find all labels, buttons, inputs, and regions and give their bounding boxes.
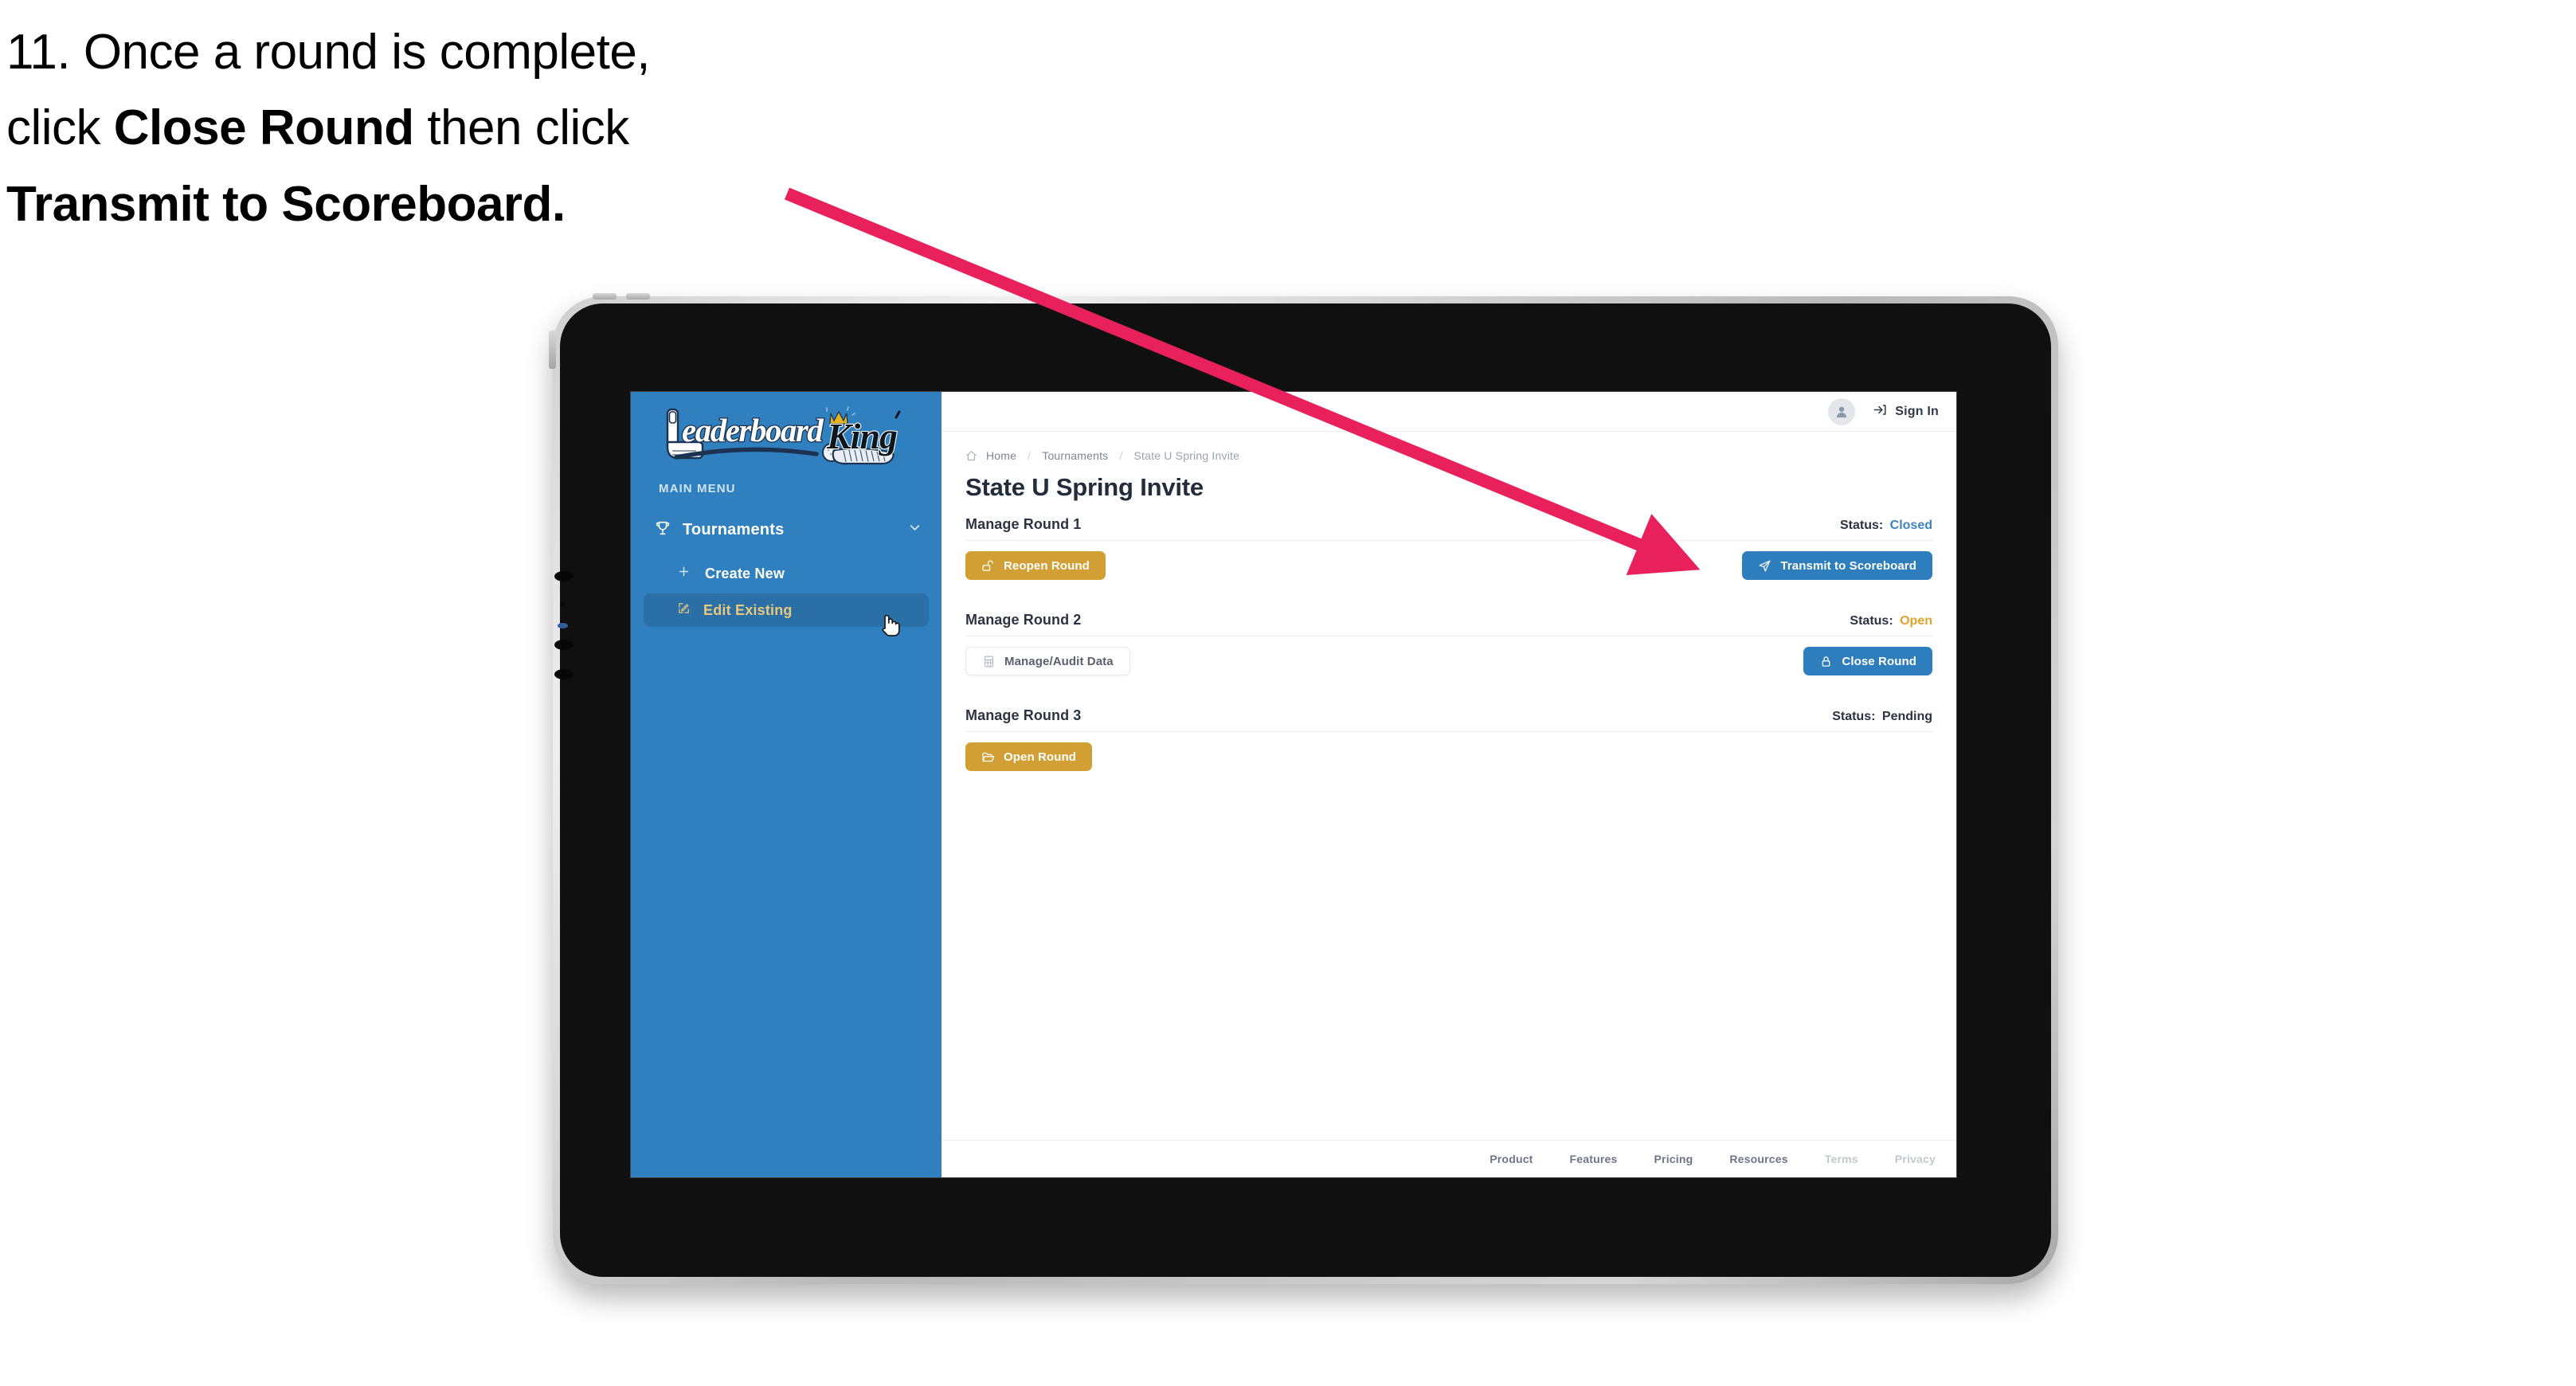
- svg-text:eaderboard: eaderboard: [682, 412, 824, 448]
- round-1-status: Status: Closed: [1840, 519, 1932, 533]
- folder-open-icon: [981, 750, 995, 764]
- unlock-icon: [981, 559, 995, 573]
- round-1-actions: Reopen Round Transmit to Scoreboard: [965, 551, 1932, 580]
- tablet-status-led: [558, 623, 568, 628]
- instruction-caption: 11. Once a round is complete, click Clos…: [6, 14, 883, 242]
- tablet-volume-button-bottom[interactable]: [626, 293, 650, 300]
- round-1-header: Manage Round 1 Status: Closed: [965, 516, 1932, 541]
- app-logo[interactable]: eaderboard King: [631, 403, 942, 489]
- footer-link-product[interactable]: Product: [1490, 1153, 1533, 1165]
- content-area: Home / Tournaments / State U Spring Invi…: [942, 432, 1956, 1140]
- breadcrumb-item-current: State U Spring Invite: [1133, 449, 1240, 462]
- round-block-1: Manage Round 1 Status: Closed Reopen Rou…: [965, 516, 1932, 580]
- paper-plane-icon: [1758, 559, 1771, 573]
- round-3-status: Status: Pending: [1832, 710, 1932, 724]
- breadcrumb-item-tournaments[interactable]: Tournaments: [1042, 449, 1108, 462]
- reopen-round-button[interactable]: Reopen Round: [965, 551, 1106, 580]
- breadcrumb-separator: /: [1028, 449, 1032, 462]
- round-3-status-label: Status:: [1832, 710, 1876, 723]
- svg-text:King: King: [826, 416, 897, 456]
- tablet-speaker-hole-3: [554, 640, 574, 650]
- manage-audit-data-button[interactable]: Manage/Audit Data: [965, 647, 1130, 675]
- round-2-status-label: Status:: [1850, 614, 1893, 628]
- sidebar-item-tournaments-label: Tournaments: [683, 520, 785, 538]
- sign-in-button[interactable]: Sign In: [1873, 402, 1939, 421]
- avatar[interactable]: [1828, 397, 1856, 425]
- footer-link-pricing[interactable]: Pricing: [1654, 1153, 1693, 1165]
- tablet-screen: eaderboard King MAIN MENU Tournaments Cr…: [631, 392, 1956, 1177]
- round-3-actions: Open Round: [965, 742, 1932, 771]
- footer-link-privacy[interactable]: Privacy: [1895, 1153, 1936, 1165]
- round-1-title: Manage Round 1: [965, 516, 1082, 532]
- caption-line-2: click Close Round then click: [6, 90, 883, 166]
- leaderboard-king-logo-icon: eaderboard King: [666, 406, 901, 465]
- sidebar-item-create-new-label: Create New: [705, 565, 785, 581]
- close-round-label: Close Round: [1842, 654, 1916, 668]
- caption-line-2-suffix: then click: [413, 100, 629, 156]
- page-title: State U Spring Invite: [965, 473, 1204, 501]
- round-2-header: Manage Round 2 Status: Open: [965, 612, 1932, 636]
- main-panel: Sign In Home / Tournaments / State U Spr…: [942, 392, 1956, 1177]
- transmit-to-scoreboard-label: Transmit to Scoreboard: [1780, 558, 1916, 573]
- footer-link-terms[interactable]: Terms: [1825, 1153, 1858, 1165]
- sidebar-section-label: MAIN MENU: [659, 482, 736, 495]
- transmit-to-scoreboard-button[interactable]: Transmit to Scoreboard: [1742, 551, 1932, 580]
- round-2-actions: Manage/Audit Data Close Round: [965, 647, 1932, 675]
- sign-in-label: Sign In: [1895, 404, 1939, 418]
- breadcrumb-item-home[interactable]: Home: [986, 449, 1016, 462]
- manage-audit-data-label: Manage/Audit Data: [1004, 654, 1114, 668]
- edit-pencil-icon: [677, 601, 691, 619]
- round-2-title: Manage Round 2: [965, 612, 1082, 628]
- tablet-speaker-hole-4: [554, 669, 574, 679]
- chevron-down-icon[interactable]: [907, 520, 922, 539]
- home-icon[interactable]: [965, 450, 977, 462]
- trophy-icon: [654, 519, 671, 541]
- tablet-speaker-hole-1: [554, 571, 574, 581]
- round-3-header: Manage Round 3 Status: Pending: [965, 707, 1932, 732]
- breadcrumb-separator: /: [1119, 449, 1123, 462]
- plus-icon: [677, 565, 691, 582]
- user-avatar-icon: [1837, 406, 1847, 417]
- reopen-round-label: Reopen Round: [1004, 558, 1090, 573]
- round-1-status-label: Status:: [1839, 519, 1884, 532]
- caption-close-round-emphasis: Close Round: [113, 100, 414, 156]
- open-round-label: Open Round: [1004, 750, 1076, 764]
- sidebar: eaderboard King MAIN MENU Tournaments Cr…: [631, 392, 942, 1177]
- round-1-status-value: Closed: [1889, 519, 1932, 532]
- footer: Product Features Pricing Resources Terms…: [942, 1140, 1956, 1177]
- sidebar-item-tournaments[interactable]: Tournaments: [644, 513, 929, 546]
- sign-in-arrow-icon: [1873, 402, 1888, 421]
- caption-line-1: 11. Once a round is complete,: [6, 25, 651, 80]
- footer-link-resources[interactable]: Resources: [1729, 1153, 1787, 1165]
- tablet-power-button[interactable]: [549, 331, 556, 369]
- round-block-3: Manage Round 3 Status: Pending Open Roun…: [965, 707, 1932, 771]
- lock-icon: [1819, 655, 1833, 668]
- sidebar-item-create-new[interactable]: Create New: [644, 557, 929, 590]
- caption-line-3: Transmit to Scoreboard.: [6, 176, 566, 232]
- sidebar-item-edit-existing-label: Edit Existing: [703, 601, 793, 618]
- topbar: Sign In: [942, 392, 1956, 432]
- round-3-title: Manage Round 3: [965, 707, 1082, 723]
- close-round-button[interactable]: Close Round: [1803, 647, 1932, 675]
- round-block-2: Manage Round 2 Status: Open Manage/Audit…: [965, 612, 1932, 675]
- hand-pointer-cursor: [878, 612, 900, 641]
- footer-link-features[interactable]: Features: [1570, 1153, 1618, 1165]
- round-2-status-value: Open: [1900, 614, 1932, 628]
- table-grid-icon: [982, 655, 996, 668]
- open-round-button[interactable]: Open Round: [965, 742, 1092, 771]
- breadcrumb: Home / Tournaments / State U Spring Invi…: [965, 449, 1932, 462]
- caption-line-2-prefix: click: [6, 100, 114, 156]
- round-3-status-value: Pending: [1881, 710, 1932, 723]
- tablet-speaker-hole-2: [560, 603, 565, 606]
- tablet-volume-button-top[interactable]: [593, 293, 617, 300]
- round-2-status: Status: Open: [1850, 614, 1932, 628]
